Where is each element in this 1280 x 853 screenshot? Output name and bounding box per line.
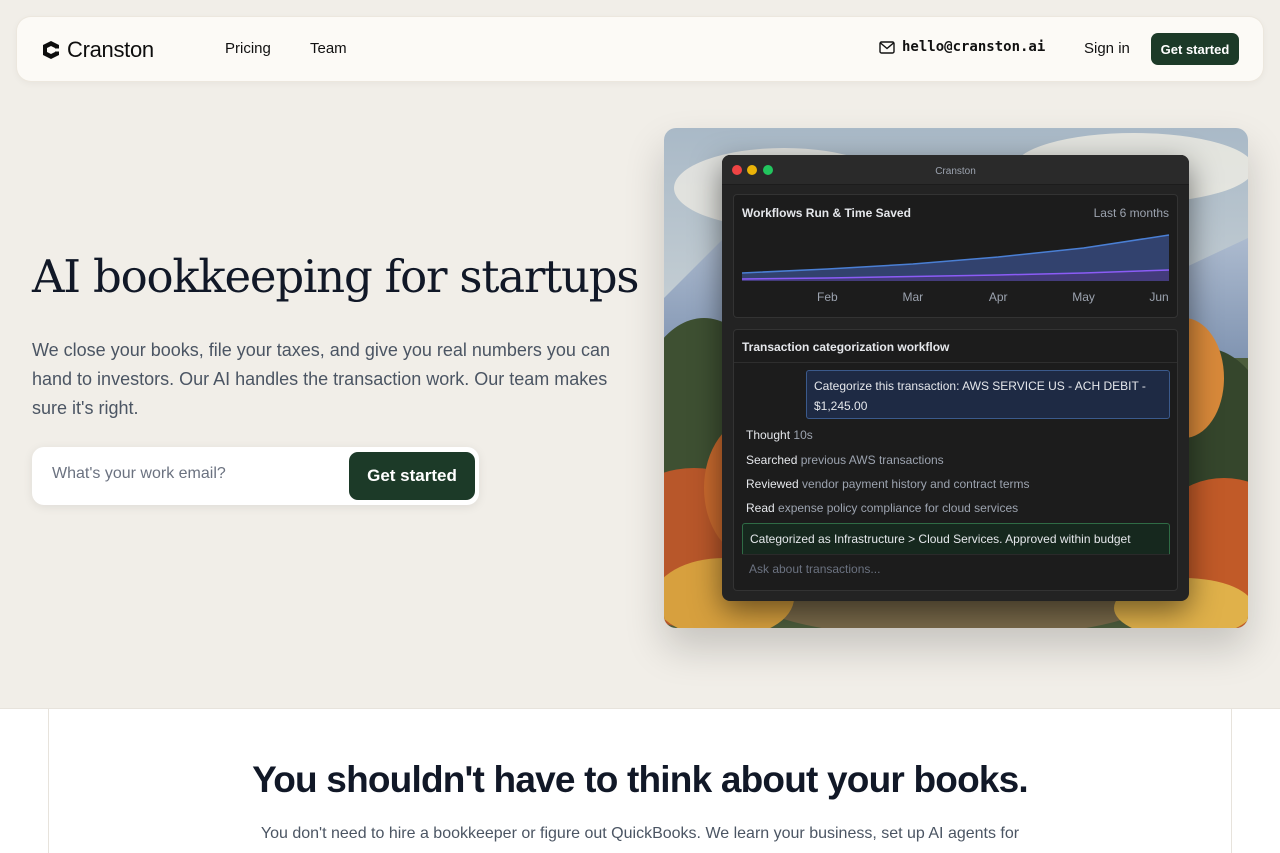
nav-get-started-button[interactable]: Get started xyxy=(1151,33,1239,65)
nav-link-pricing[interactable]: Pricing xyxy=(225,40,271,57)
x-tick-label: Jun xyxy=(1149,290,1168,304)
hero-get-started-button[interactable]: Get started xyxy=(349,452,475,500)
categorization-result: Categorized as Infrastructure > Cloud Se… xyxy=(742,523,1170,557)
divider xyxy=(734,362,1177,363)
chart-range-label[interactable]: Last 6 months xyxy=(1094,206,1169,220)
contact-email: hello@cranston.ai xyxy=(902,39,1046,55)
x-tick-label: Feb xyxy=(817,290,838,304)
x-tick-label: Mar xyxy=(902,290,923,304)
sign-in-link[interactable]: Sign in xyxy=(1084,40,1130,57)
brand-name: Cranston xyxy=(67,37,154,62)
step-label: Searched xyxy=(746,453,798,467)
step-label: Thought xyxy=(746,428,791,442)
step-label: Read xyxy=(746,501,775,515)
section-text: You don't need to hire a bookkeeper or f… xyxy=(260,825,1020,842)
step-detail: vendor payment history and contract term… xyxy=(802,477,1030,491)
books-section: You shouldn't have to think about your b… xyxy=(0,708,1280,853)
window-title: Cranston xyxy=(935,166,976,177)
hero-illustration: Cranston Workflows Run & Time Saved Last… xyxy=(664,128,1248,628)
section-title: You shouldn't have to think about your b… xyxy=(252,759,1029,800)
chart-title: Workflows Run & Time Saved xyxy=(742,206,911,220)
ask-transactions-input[interactable]: Ask about transactions... xyxy=(742,554,1170,582)
nav-link-team[interactable]: Team xyxy=(310,40,347,57)
window-titlebar: Cranston xyxy=(722,155,1189,185)
step-reviewed: Reviewed vendor payment history and cont… xyxy=(746,477,1029,491)
step-detail: expense policy compliance for cloud serv… xyxy=(778,501,1019,515)
step-detail: previous AWS transactions xyxy=(800,453,944,467)
step-searched: Searched previous AWS transactions xyxy=(746,453,944,467)
email-signup-form: Get started xyxy=(32,447,479,505)
user-prompt-message: Categorize this transaction: AWS SERVICE… xyxy=(806,370,1170,419)
work-email-input[interactable] xyxy=(52,465,342,483)
workflows-area-chart: Feb Mar Apr May Jun xyxy=(742,234,1170,304)
cranston-logo-icon xyxy=(43,41,60,59)
step-label: Reviewed xyxy=(746,477,799,491)
step-detail: 10s xyxy=(793,428,813,442)
workflow-title: Transaction categorization workflow xyxy=(742,340,950,354)
x-tick-label: Apr xyxy=(989,290,1008,304)
brand-logo[interactable]: Cranston xyxy=(41,37,154,63)
chart-panel: Workflows Run & Time Saved Last 6 months… xyxy=(733,194,1178,318)
top-nav: Cranston Pricing Team hello@cranston.ai … xyxy=(17,17,1263,81)
step-read: Read expense policy compliance for cloud… xyxy=(746,501,1018,515)
hero-subtitle: We close your books, file your taxes, an… xyxy=(32,340,610,418)
x-tick-label: May xyxy=(1072,290,1095,304)
workflow-panel: Transaction categorization workflow Cate… xyxy=(733,329,1178,591)
app-window: Cranston Workflows Run & Time Saved Last… xyxy=(722,155,1189,601)
contact-email-link[interactable]: hello@cranston.ai xyxy=(879,39,1045,55)
mail-icon xyxy=(879,40,895,54)
hero-title: AI bookkeeping for startups xyxy=(32,250,640,303)
step-thought: Thought 10s xyxy=(746,428,813,442)
